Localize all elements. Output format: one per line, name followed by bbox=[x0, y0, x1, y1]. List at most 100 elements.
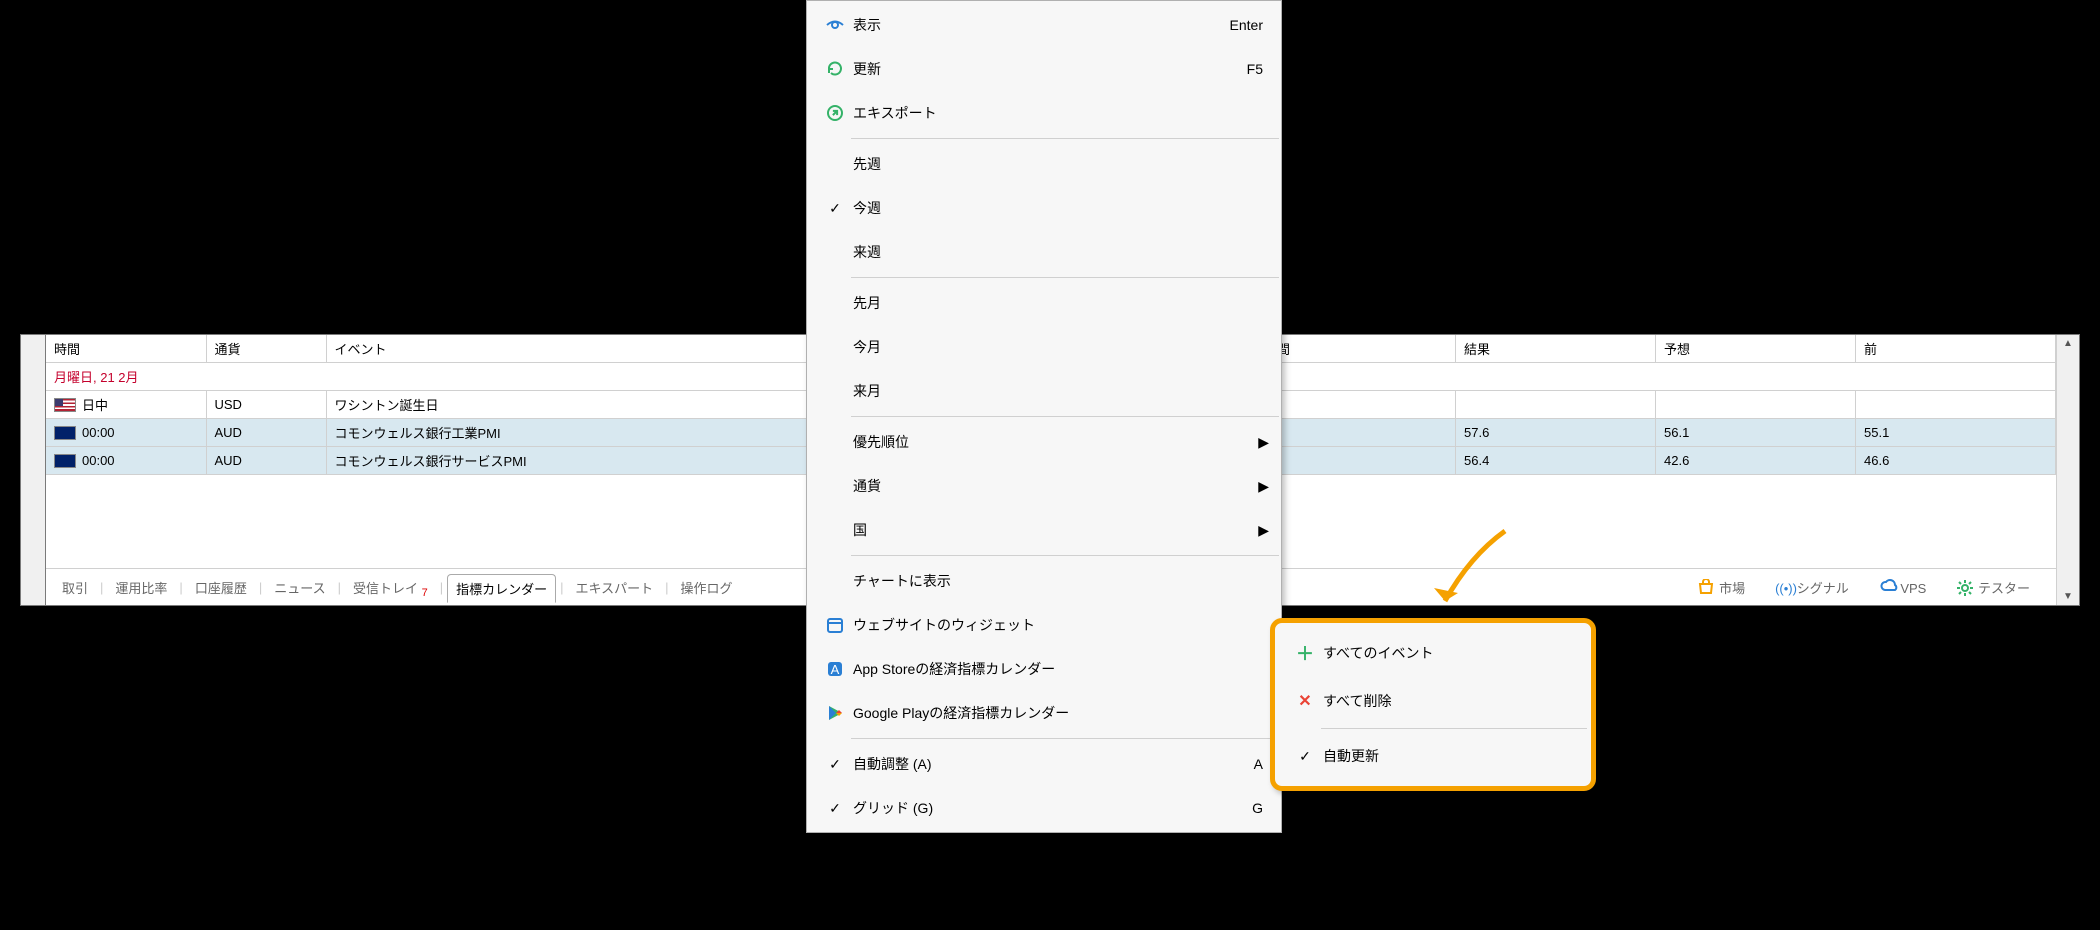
tab-口座履歴[interactable]: 口座履歴 bbox=[187, 574, 255, 601]
flag-us-icon bbox=[54, 398, 76, 412]
cell-currency: AUD bbox=[206, 447, 326, 475]
tab-指標カレンダー[interactable]: 指標カレンダー bbox=[447, 574, 556, 603]
cell-time: 00:00 bbox=[82, 425, 115, 440]
menu-label: 優先順位 bbox=[853, 432, 1263, 452]
play-icon bbox=[817, 703, 853, 723]
cell-result: 57.6 bbox=[1456, 419, 1656, 447]
submenu-arrow-icon: ▶ bbox=[1258, 478, 1269, 495]
tab-separator: | bbox=[259, 580, 262, 595]
menu-label: 来月 bbox=[853, 381, 1263, 401]
menu-item-今月[interactable]: 今月 bbox=[807, 325, 1281, 369]
tab-ニュース[interactable]: ニュース bbox=[266, 574, 333, 601]
menu-label: 通貨 bbox=[853, 476, 1263, 496]
cell-forecast bbox=[1656, 391, 1856, 419]
submenu-events: ＋すべてのイベント✕すべて削除自動更新 bbox=[1270, 618, 1596, 791]
tab-separator: | bbox=[665, 580, 668, 595]
link-テスター[interactable]: テスター bbox=[1948, 574, 2038, 601]
col-currency[interactable]: 通貨 bbox=[206, 335, 326, 363]
menu-separator bbox=[851, 277, 1279, 278]
cell-forecast: 56.1 bbox=[1656, 419, 1856, 447]
check-icon bbox=[829, 200, 841, 217]
menu-item-自動更新[interactable]: 自動更新 bbox=[1277, 732, 1589, 780]
menu-item-表示[interactable]: 表示Enter bbox=[807, 3, 1281, 47]
vertical-scrollbar[interactable]: ▲ ▼ bbox=[2056, 335, 2079, 605]
menu-item-自動調整 (A)[interactable]: 自動調整 (A)A bbox=[807, 742, 1281, 786]
col-result[interactable]: 結果 bbox=[1456, 335, 1656, 363]
toolbox-title: ツールボックス bbox=[4, 405, 23, 503]
appstore-icon: A bbox=[817, 659, 853, 679]
col-forecast[interactable]: 予想 bbox=[1656, 335, 1856, 363]
cell-result: 56.4 bbox=[1456, 447, 1656, 475]
submenu-arrow-icon: ▶ bbox=[1258, 522, 1269, 539]
menu-item-来週[interactable]: 来週 bbox=[807, 230, 1281, 274]
link-シグナル[interactable]: ((•)) シグナル bbox=[1767, 574, 1857, 601]
cell-period: 2 bbox=[1256, 447, 1456, 475]
menu-label: 先週 bbox=[853, 154, 1263, 174]
menu-item-ウェブサイトのウィジェット[interactable]: ウェブサイトのウィジェット bbox=[807, 603, 1281, 647]
signal-icon: ((•)) bbox=[1775, 581, 1793, 595]
check-icon bbox=[817, 200, 853, 217]
check-icon bbox=[817, 800, 853, 817]
cell-currency: AUD bbox=[206, 419, 326, 447]
link-市場[interactable]: 市場 bbox=[1689, 574, 1753, 601]
menu-item-App Storeの経済指標カレンダー[interactable]: AApp Storeの経済指標カレンダー bbox=[807, 647, 1281, 691]
tab-separator: | bbox=[100, 580, 103, 595]
menu-item-Google Playの経済指標カレンダー[interactable]: Google Playの経済指標カレンダー bbox=[807, 691, 1281, 735]
cloud-icon bbox=[1879, 579, 1897, 593]
tab-separator: | bbox=[338, 580, 341, 595]
cell-prior bbox=[1856, 391, 2056, 419]
cell-time: 00:00 bbox=[82, 453, 115, 468]
menu-item-すべて削除[interactable]: ✕すべて削除 bbox=[1277, 677, 1589, 725]
tab-受信トレイ[interactable]: 受信トレイ 7 bbox=[345, 574, 436, 601]
menu-label: 国 bbox=[853, 520, 1263, 540]
tab-エキスパート[interactable]: エキスパート bbox=[568, 574, 662, 601]
menu-item-来月[interactable]: 来月 bbox=[807, 369, 1281, 413]
svg-text:A: A bbox=[831, 662, 840, 677]
menu-label: ウェブサイトのウィジェット bbox=[853, 615, 1263, 635]
check-icon bbox=[1287, 748, 1323, 765]
menu-label: すべてのイベント bbox=[1323, 643, 1433, 663]
col-period[interactable]: 期間 bbox=[1256, 335, 1456, 363]
menu-item-優先順位[interactable]: 優先順位▶ bbox=[807, 420, 1281, 464]
menu-item-すべてのイベント[interactable]: ＋すべてのイベント bbox=[1277, 629, 1589, 677]
shortcut: A bbox=[1254, 756, 1263, 772]
col-prior[interactable]: 前 bbox=[1856, 335, 2056, 363]
submenu-arrow-icon: ▶ bbox=[1258, 434, 1269, 451]
shortcut: G bbox=[1252, 800, 1263, 816]
menu-label: 自動更新 bbox=[1323, 746, 1379, 766]
link-VPS[interactable]: VPS bbox=[1871, 575, 1935, 600]
tab-運用比率[interactable]: 運用比率 bbox=[107, 574, 175, 601]
menu-item-国[interactable]: 国▶ bbox=[807, 508, 1281, 552]
tab-separator: | bbox=[179, 580, 182, 595]
context-menu: 表示Enter更新F5エキスポート先週今週来週先月今月来月優先順位▶通貨▶国▶チ… bbox=[806, 0, 1282, 833]
menu-label: 今月 bbox=[853, 337, 1263, 357]
refresh-icon bbox=[817, 59, 853, 79]
scroll-down-icon[interactable]: ▼ bbox=[2063, 588, 2073, 605]
menu-item-通貨[interactable]: 通貨▶ bbox=[807, 464, 1281, 508]
tab-separator: | bbox=[560, 580, 563, 595]
menu-item-今週[interactable]: 今週 bbox=[807, 186, 1281, 230]
menu-item-グリッド (G)[interactable]: グリッド (G)G bbox=[807, 786, 1281, 830]
menu-item-チャートに表示[interactable]: チャートに表示 bbox=[807, 559, 1281, 603]
col-time[interactable]: 時間 bbox=[46, 335, 206, 363]
widget-icon bbox=[817, 615, 853, 635]
menu-label: 表示 bbox=[853, 15, 1230, 35]
menu-separator bbox=[851, 738, 1279, 739]
menu-label: 今週 bbox=[853, 198, 1263, 218]
menu-label: 更新 bbox=[853, 59, 1247, 79]
cell-forecast: 42.6 bbox=[1656, 447, 1856, 475]
x-icon: ✕ bbox=[1287, 691, 1323, 711]
menu-item-先月[interactable]: 先月 bbox=[807, 281, 1281, 325]
tab-取引[interactable]: 取引 bbox=[54, 574, 96, 601]
shortcut: F5 bbox=[1247, 61, 1263, 77]
menu-item-更新[interactable]: 更新F5 bbox=[807, 47, 1281, 91]
menu-item-先週[interactable]: 先週 bbox=[807, 142, 1281, 186]
menu-item-エキスポート[interactable]: エキスポート bbox=[807, 91, 1281, 135]
menu-separator bbox=[851, 555, 1279, 556]
cell-time: 日中 bbox=[82, 395, 108, 414]
tab-操作ログ[interactable]: 操作ログ bbox=[673, 574, 741, 601]
scroll-up-icon[interactable]: ▲ bbox=[2063, 335, 2073, 352]
toolbox-title-strip: ツールボックス bbox=[21, 335, 46, 605]
cell-period: 2 bbox=[1256, 419, 1456, 447]
flag-au-icon bbox=[54, 454, 76, 468]
